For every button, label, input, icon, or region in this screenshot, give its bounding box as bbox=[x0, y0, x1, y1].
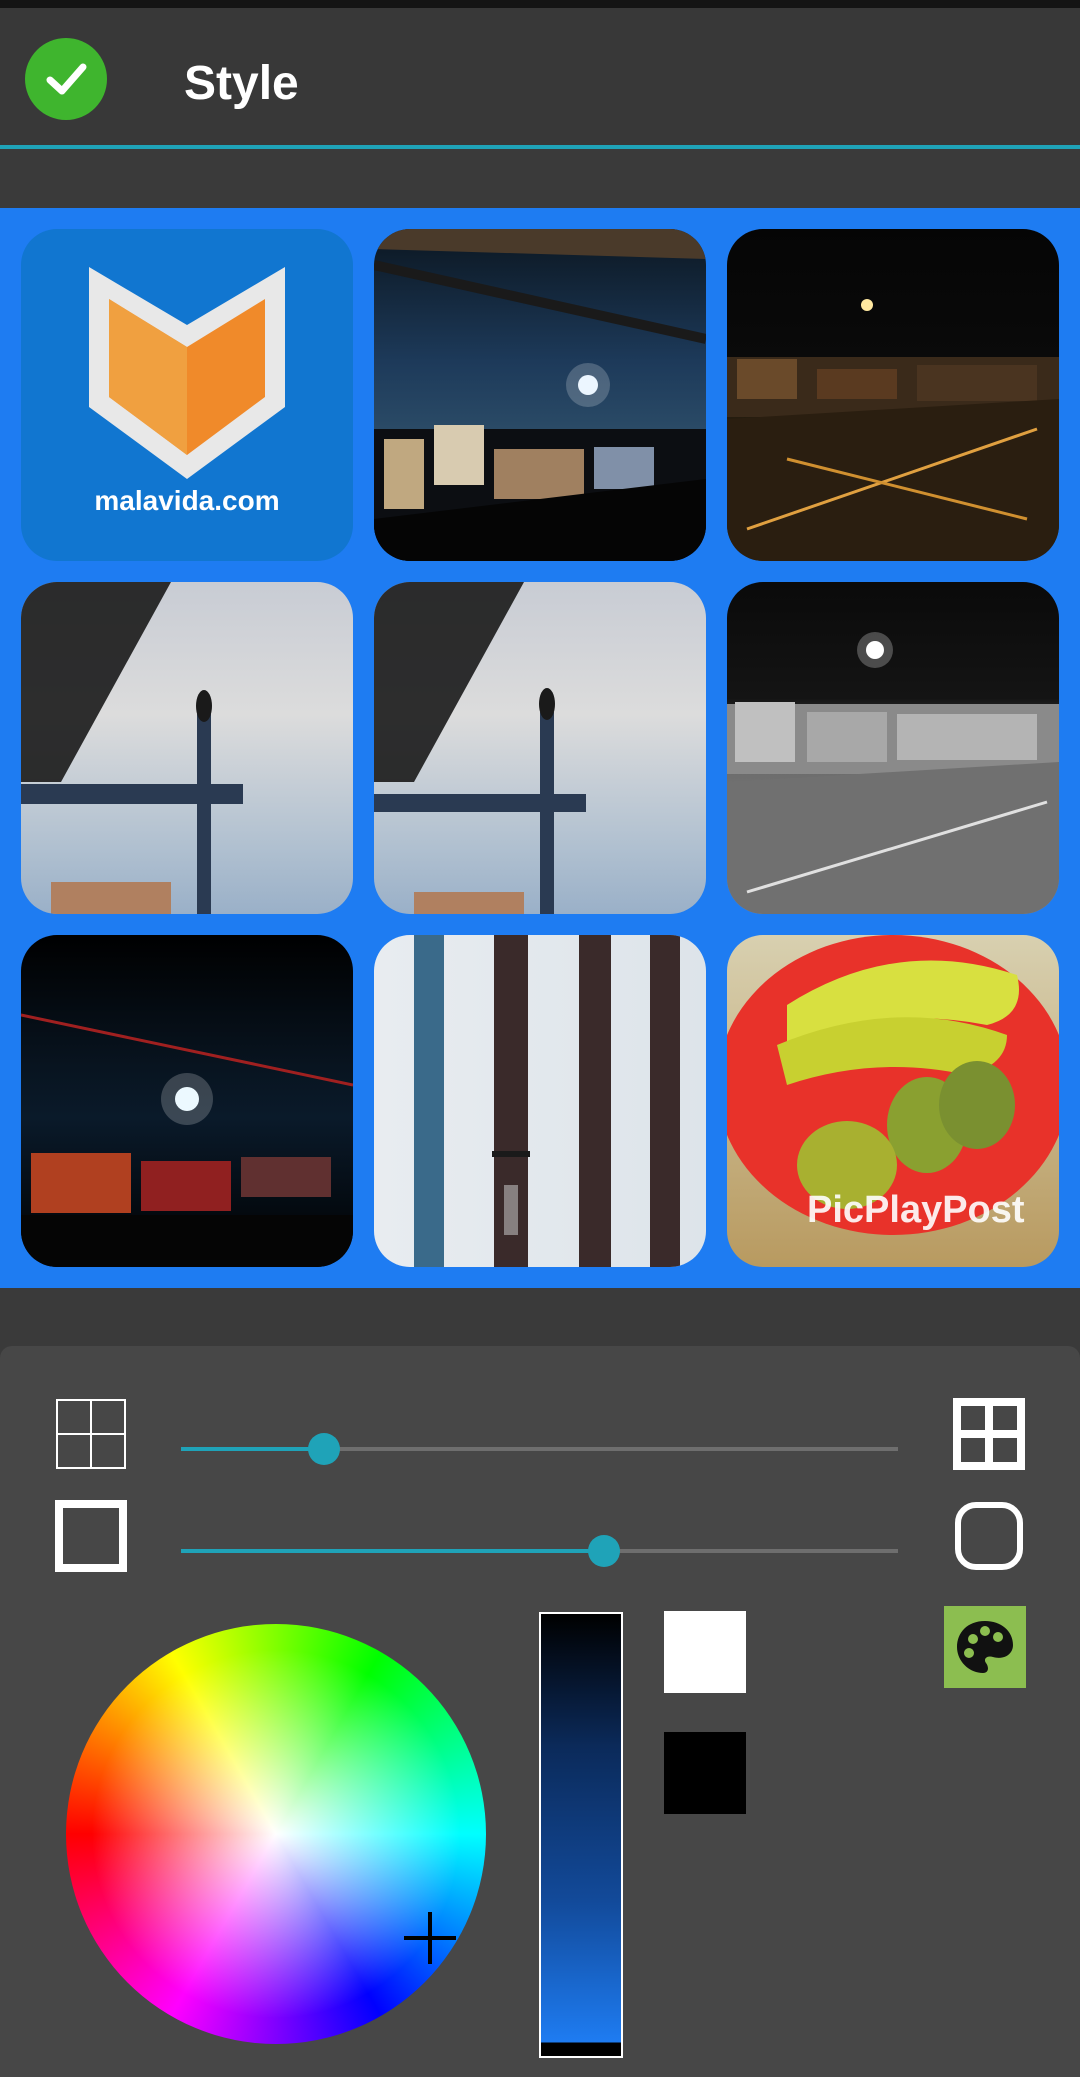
collage-tile-moon-city[interactable] bbox=[21, 935, 353, 1267]
header-divider bbox=[0, 145, 1080, 149]
grid-thin-icon[interactable] bbox=[55, 1398, 127, 1470]
corner-radius-slider[interactable] bbox=[181, 1535, 898, 1567]
malavida-logo-text: malavida.com bbox=[94, 485, 280, 516]
brightness-bar[interactable] bbox=[539, 1612, 623, 2058]
grid-thick-icon[interactable] bbox=[953, 1398, 1025, 1470]
square-corner-icon[interactable] bbox=[55, 1500, 127, 1572]
page-title: Style bbox=[184, 57, 299, 110]
collage-tile-city-night[interactable] bbox=[727, 229, 1059, 561]
color-wheel[interactable] bbox=[66, 1624, 486, 2044]
collage-tile-bird-pole-1[interactable] bbox=[21, 582, 353, 914]
palette-icon bbox=[957, 1621, 1013, 1673]
swatch-white[interactable] bbox=[664, 1611, 746, 1693]
collage-tile-malavida[interactable]: malavida.com bbox=[21, 229, 353, 561]
swatch-black[interactable] bbox=[664, 1732, 746, 1814]
city-bw-photo bbox=[727, 632, 1059, 914]
palette-button[interactable] bbox=[944, 1606, 1026, 1688]
bird-pole-photo-2 bbox=[374, 582, 586, 914]
collage-tile-balcony-moon[interactable] bbox=[374, 229, 706, 561]
collage-tile-city-bw[interactable] bbox=[727, 582, 1059, 914]
bird-pole-photo bbox=[21, 582, 243, 914]
city-night-photo bbox=[727, 299, 1059, 561]
spacing-slider[interactable] bbox=[181, 1433, 898, 1465]
collage-tile-wind-chimes[interactable] bbox=[374, 935, 706, 1267]
collage-preview[interactable]: malavida.com PicPlayPost bbox=[0, 208, 1080, 1288]
rounded-corner-icon[interactable] bbox=[953, 1500, 1025, 1572]
confirm-button[interactable] bbox=[25, 38, 107, 120]
balcony-night-photo bbox=[374, 229, 706, 561]
spacing-slider-fill bbox=[181, 1447, 325, 1451]
collage-tile-fruit-bowl[interactable]: PicPlayPost bbox=[727, 935, 1059, 1267]
moon-city-photo bbox=[21, 1013, 353, 1267]
color-wheel-crosshair-icon[interactable] bbox=[404, 1912, 456, 1964]
top-bar: Style bbox=[0, 0, 1080, 149]
check-icon bbox=[46, 63, 87, 95]
corner-slider-thumb[interactable] bbox=[588, 1535, 621, 1567]
picplaypost-watermark: PicPlayPost bbox=[807, 1189, 1025, 1231]
wind-chimes-photo bbox=[414, 935, 680, 1267]
corner-slider-fill bbox=[181, 1549, 605, 1553]
collage-tile-bird-pole-2[interactable] bbox=[374, 582, 706, 914]
